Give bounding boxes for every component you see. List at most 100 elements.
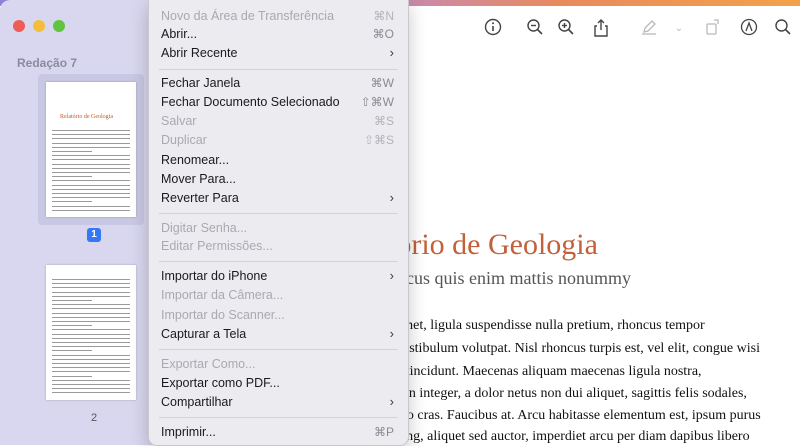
menu-item-label: Abrir Recente [161, 46, 238, 60]
page-thumbnail-1[interactable]: Relatório de Geologia [46, 82, 136, 217]
close-window-button[interactable] [13, 20, 25, 32]
chevron-right-icon: › [389, 45, 394, 60]
markup-icon[interactable] [738, 18, 760, 40]
thumbnail-text-line [52, 188, 130, 190]
thumbnail-text-line [52, 379, 130, 381]
menu-item-label: Novo da Área de Transferência [161, 9, 335, 23]
search-icon[interactable] [772, 18, 794, 40]
zoom-window-button[interactable] [53, 20, 65, 32]
thumbnail-text-line [52, 201, 92, 203]
body-text-line: vestibulum volutpat. Nisl rhoncus turpis… [396, 341, 760, 356]
thumbnail-text-line [52, 342, 130, 343]
body-text-line: amet, ligula suspendisse nulla pretium, … [396, 318, 705, 333]
menu-item-move-to[interactable]: Mover Para... [161, 169, 396, 189]
menu-item-import-from-iphone[interactable]: Importar do iPhone › [161, 266, 396, 286]
chevron-down-icon[interactable]: ⌄ [668, 18, 690, 40]
chevron-right-icon: › [389, 190, 394, 205]
menu-item-take-screenshot[interactable]: Capturar a Tela › [161, 324, 396, 344]
shortcut-label: ⇧⌘W [360, 95, 394, 109]
menu-item-label: Renomear... [161, 153, 230, 167]
thumbnail-text-line [52, 337, 130, 339]
shortcut-label: ⌘O [372, 27, 394, 41]
menu-item-open-recent[interactable]: Abrir Recente › [161, 43, 396, 63]
shortcut-label: ⌘S [373, 114, 394, 128]
zoom-out-icon[interactable] [524, 18, 546, 40]
menu-item-import-from-scanner[interactable]: Importar do Scanner... [161, 305, 396, 325]
menu-item-revert-to[interactable]: Reverter Para › [161, 188, 396, 208]
menu-item-label: Exportar como PDF... [161, 376, 280, 390]
thumbnail-text-line [52, 172, 130, 173]
thumbnail-text-line [52, 205, 130, 207]
rotate-icon[interactable] [702, 18, 724, 40]
menu-item-share[interactable]: Compartilhar › [161, 392, 396, 412]
thumbnail-text-line [52, 176, 92, 178]
menu-separator [159, 417, 398, 418]
thumbnail-text-line [52, 184, 130, 186]
menu-item-duplicate[interactable]: Duplicar ⇧⌘S [161, 130, 396, 150]
menu-separator [159, 261, 398, 262]
thumbnail-text-line [52, 363, 130, 364]
menu-item-label: Importar da Câmera... [161, 288, 284, 302]
menu-item-label: Compartilhar [161, 395, 233, 409]
menu-item-print[interactable]: Imprimir... ⌘P [161, 422, 396, 442]
menu-item-rename[interactable]: Renomear... [161, 150, 396, 170]
thumbnail-text-line [52, 329, 130, 331]
menu-item-close-window[interactable]: Fechar Janela ⌘W [161, 73, 396, 93]
zoom-in-icon[interactable] [555, 18, 577, 40]
menu-item-edit-permissions[interactable]: Editar Permissões... [161, 236, 396, 256]
menu-item-export-as[interactable]: Exportar Como... [161, 354, 396, 374]
thumbnail-text-line [52, 197, 130, 199]
thumbnail-text-line [52, 308, 130, 310]
thumbnail-text-line [52, 279, 130, 280]
thumbnail-text-line [52, 146, 130, 148]
thumbnail-text-line [52, 375, 92, 377]
thumbnail-text-line [52, 287, 130, 289]
menu-item-close-selected-document[interactable]: Fechar Documento Selecionado ⇧⌘W [161, 92, 396, 112]
menu-item-new-from-clipboard[interactable]: Novo da Área de Transferência ⌘N [161, 6, 396, 26]
menu-item-export-as-pdf[interactable]: Exportar como PDF... [161, 373, 396, 393]
menu-item-label: Duplicar [161, 133, 207, 147]
body-text-line: a tincidunt. Maecenas aliquam maecenas l… [396, 364, 702, 379]
body-text-line: ero cras. Faucibus at. Arcu habitasse el… [396, 408, 761, 423]
menu-item-label: Mover Para... [161, 172, 237, 186]
menu-item-label: Fechar Janela [161, 76, 241, 90]
page-number-badge-1: 1 [87, 228, 101, 242]
shortcut-label: ⌘N [373, 9, 394, 23]
thumbnail-text-line [52, 291, 130, 293]
menu-item-save[interactable]: Salvar ⌘S [161, 111, 396, 131]
thumbnail-text-line [52, 346, 130, 348]
file-menu: Novo da Área de Transferência ⌘N Abrir..… [148, 0, 409, 446]
menu-item-label: Importar do Scanner... [161, 308, 285, 322]
thumbnail-text-line [52, 283, 130, 285]
menu-item-label: Importar do iPhone [161, 269, 268, 283]
info-icon[interactable] [482, 18, 504, 40]
thumbnail-text-line [52, 159, 130, 161]
menu-item-label: Imprimir... [161, 425, 216, 439]
thumbnail-text-line [52, 209, 130, 211]
page-thumbnail-2[interactable] [46, 265, 136, 400]
menu-item-import-from-camera[interactable]: Importar da Câmera... [161, 285, 396, 305]
thumbnail-text-line [52, 304, 130, 306]
thumbnail-text-line [52, 151, 92, 152]
menu-item-enter-password[interactable]: Digitar Senha... [161, 218, 396, 238]
thumbnail-text-line [52, 155, 130, 157]
document-heading: tório de Geologia [388, 228, 598, 261]
shortcut-label: ⇧⌘S [363, 133, 394, 147]
chevron-right-icon: › [389, 326, 394, 341]
thumbnail-text-line [52, 325, 92, 327]
thumbnail-text-line [52, 312, 130, 314]
thumbnail-text-line [52, 163, 130, 165]
thumbnail-text-line [52, 134, 130, 136]
thumbnail-text-line [52, 388, 130, 390]
menu-separator [159, 349, 398, 350]
pencil-icon[interactable] [638, 18, 660, 40]
menu-item-label: Abrir... [161, 27, 198, 41]
menu-separator [159, 69, 398, 70]
thumbnail-text-line [52, 367, 130, 369]
thumbnail-text-line [52, 300, 92, 301]
share-icon[interactable] [590, 18, 612, 40]
menu-item-open[interactable]: Abrir... ⌘O [161, 24, 396, 44]
menu-separator [159, 213, 398, 214]
shortcut-label: ⌘P [373, 425, 394, 439]
minimize-window-button[interactable] [33, 20, 45, 32]
